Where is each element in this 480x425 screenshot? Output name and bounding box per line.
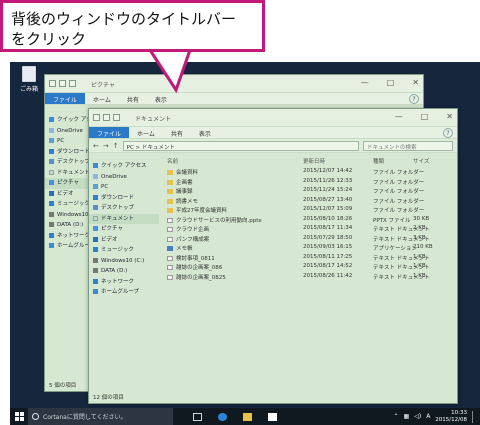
callout-pointer (147, 44, 193, 94)
screenshot: 背後のウィンドウのタイトルバー をクリック ごみ箱 ピクチャ — □ ✕ ファイ… (0, 0, 480, 425)
instruction-callout: 背後のウィンドウのタイトルバー をクリック (0, 0, 265, 52)
callout-line-2: をクリック (11, 30, 87, 48)
callout-line-1: 背後のウィンドウのタイトルバー (11, 10, 237, 28)
